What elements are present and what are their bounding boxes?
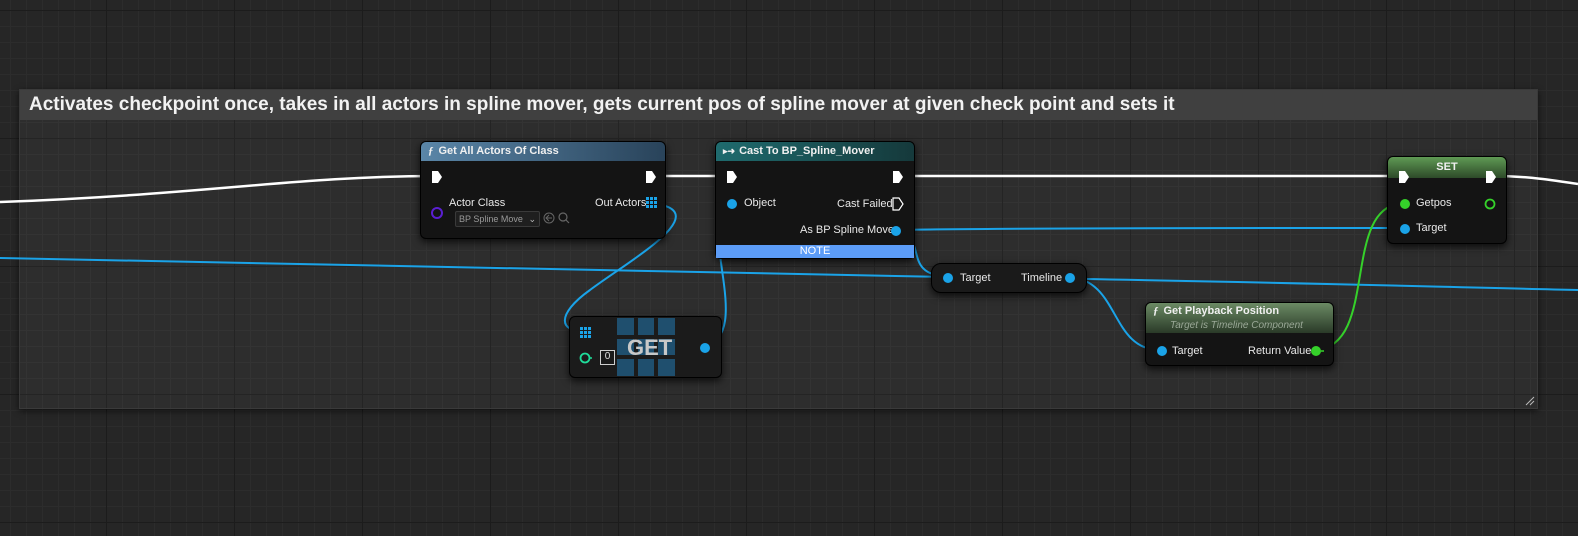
chevron-down-icon: ⌄ bbox=[528, 214, 536, 224]
exec-failed-pin-icon[interactable] bbox=[892, 197, 904, 211]
object-in-pin-icon[interactable] bbox=[1156, 345, 1168, 357]
exec-out-pin-icon[interactable] bbox=[645, 170, 657, 184]
node-get-all-actors[interactable]: ƒ Get All Actors Of Class Actor Class BP … bbox=[420, 141, 666, 239]
get-title: GET bbox=[627, 335, 673, 360]
node-cast[interactable]: ▸➜ Cast To BP_Spline_Mover Object Cast Fa… bbox=[715, 141, 915, 259]
class-pin-icon[interactable] bbox=[430, 206, 444, 220]
target-label: Target bbox=[960, 272, 991, 284]
exec-out-pin-icon[interactable] bbox=[1485, 170, 1497, 184]
object-in-pin-icon[interactable] bbox=[726, 198, 738, 210]
cast-icon: ▸➜ bbox=[723, 146, 736, 156]
search-icon[interactable] bbox=[558, 212, 570, 224]
array-pin-icon[interactable] bbox=[646, 197, 657, 208]
out-actors-label: Out Actors bbox=[595, 197, 647, 209]
int-pin-icon[interactable] bbox=[579, 352, 593, 364]
exec-in-pin-icon[interactable] bbox=[431, 170, 443, 184]
index-input[interactable]: 0 bbox=[600, 350, 615, 365]
node-header: ƒ Get Playback Position Target is Timelin… bbox=[1146, 303, 1333, 333]
node-header: ▸➜ Cast To BP_Spline_Mover bbox=[716, 142, 914, 161]
node-get-array[interactable]: GET 0 bbox=[569, 316, 722, 378]
node-timeline-getter[interactable]: Target Timeline bbox=[931, 263, 1087, 293]
cast-failed-label: Cast Failed bbox=[837, 198, 893, 210]
exec-in-pin-icon[interactable] bbox=[1398, 170, 1410, 184]
node-title: Get All Actors Of Class bbox=[438, 145, 559, 157]
node-set[interactable]: SET Getpos Target bbox=[1387, 156, 1507, 244]
float-in-pin-icon[interactable] bbox=[1399, 198, 1411, 210]
as-bp-spline-mover-label: As BP Spline Mover bbox=[800, 224, 898, 236]
object-out-pin-icon[interactable] bbox=[890, 225, 902, 237]
float-out-pin-icon[interactable] bbox=[1483, 197, 1497, 211]
return-value-label: Return Value bbox=[1248, 345, 1312, 357]
note-bar[interactable]: NOTE bbox=[716, 245, 914, 258]
exec-wire-in bbox=[0, 174, 437, 204]
object-out-pin-icon[interactable] bbox=[1064, 272, 1076, 284]
node-title: Get Playback Position bbox=[1163, 305, 1280, 317]
object-label: Object bbox=[744, 197, 776, 209]
exec-out-pin-icon[interactable] bbox=[892, 170, 904, 184]
exec-in-pin-icon[interactable] bbox=[726, 170, 738, 184]
float-out-pin-icon[interactable] bbox=[1310, 345, 1324, 357]
object-in-pin-icon[interactable] bbox=[1399, 223, 1411, 235]
target-label: Target bbox=[1172, 345, 1203, 357]
function-icon: ƒ bbox=[1153, 305, 1159, 317]
node-get-playback-position[interactable]: ƒ Get Playback Position Target is Timelin… bbox=[1145, 302, 1334, 366]
object-in-pin-icon[interactable] bbox=[942, 272, 954, 284]
object-wire-long bbox=[0, 257, 1578, 291]
actor-class-dropdown[interactable]: BP Spline Move ⌄ bbox=[455, 211, 540, 227]
target-label: Target bbox=[1416, 222, 1447, 234]
object-wire-asbp-target bbox=[895, 227, 1405, 231]
wires-layer bbox=[0, 174, 1578, 351]
actor-class-value: BP Spline Move bbox=[459, 214, 523, 224]
array-in-pin-icon[interactable] bbox=[580, 327, 591, 338]
function-icon: ƒ bbox=[428, 145, 434, 157]
timeline-label: Timeline bbox=[1021, 272, 1063, 284]
node-header: ƒ Get All Actors Of Class bbox=[421, 142, 665, 161]
object-out-pin-icon[interactable] bbox=[699, 342, 711, 354]
node-title: Cast To BP_Spline_Mover bbox=[739, 145, 875, 157]
actor-class-label: Actor Class bbox=[449, 197, 506, 209]
node-title: SET bbox=[1436, 161, 1458, 173]
getpos-label: Getpos bbox=[1416, 197, 1452, 209]
node-subtitle: Target is Timeline Component bbox=[1170, 320, 1303, 331]
browse-asset-icon[interactable] bbox=[543, 212, 555, 224]
